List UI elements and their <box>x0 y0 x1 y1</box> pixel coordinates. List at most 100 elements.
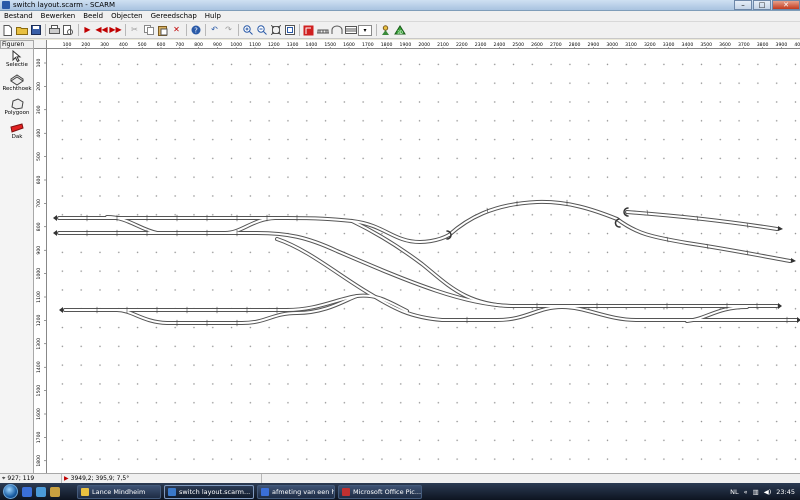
zoom-extents-icon[interactable] <box>269 24 282 37</box>
svg-text:?: ? <box>194 27 198 35</box>
figure-person-icon[interactable] <box>379 24 392 37</box>
tool-dak[interactable]: Dak <box>0 121 34 145</box>
media-icon[interactable] <box>50 486 60 497</box>
tunnel-icon[interactable] <box>330 24 343 37</box>
window-title: switch layout.scarm - SCARM <box>13 1 115 9</box>
view-3d-icon[interactable]: 3D <box>393 24 406 37</box>
ruler-label: 1200 <box>36 314 42 326</box>
scarm-window: switch layout.scarm - SCARM – □ ✕ Bestan… <box>0 0 800 500</box>
taskbar-item-browser[interactable]: afmeting van een h... <box>257 484 335 499</box>
tool-label: Polygoon <box>4 110 30 116</box>
horizontal-ruler: 100 200 300 400 500 600 700 800 900 1000 1100 1200 1… <box>47 40 800 49</box>
window-controls: – □ ✕ <box>733 0 800 11</box>
print-icon[interactable] <box>48 24 61 37</box>
menu-bar: Bestand Bewerken Beeld Objecten Gereedsc… <box>0 11 800 22</box>
menu-objecten[interactable]: Objecten <box>107 12 147 20</box>
menu-hulp[interactable]: Hulp <box>201 12 225 20</box>
status-bar: ⌖ 927; 119 ▶ 3949,2; 395,9; 7,5° <box>0 473 800 483</box>
toolbar-separator <box>45 24 46 36</box>
toolbar-separator <box>186 24 187 36</box>
save-icon[interactable] <box>29 24 42 37</box>
step-forward-icon[interactable]: ▶▶ <box>109 24 122 37</box>
shapes-panel: Selectie Rechthoek Polygoon Dak <box>0 49 34 473</box>
delete-icon[interactable]: ✕ <box>170 24 183 37</box>
ruler-corner <box>34 40 47 49</box>
side-panel-header: Figuren <box>0 40 34 49</box>
ruler-label: 1300 <box>36 338 42 350</box>
office-picture-icon <box>342 487 350 496</box>
cursor-readout: 927; 119 <box>7 475 35 482</box>
rectangle-icon <box>10 74 24 86</box>
menu-gereedschap[interactable]: Gereedschap <box>147 12 201 20</box>
direction-arrow-icon: ▶ <box>64 475 69 482</box>
ie-icon[interactable] <box>36 486 46 497</box>
open-folder-icon[interactable] <box>15 24 28 37</box>
layout-canvas[interactable] <box>47 49 800 473</box>
paste-icon[interactable] <box>156 24 169 37</box>
folder-icon <box>81 487 89 496</box>
menu-beeld[interactable]: Beeld <box>79 12 107 20</box>
browser-icon <box>261 487 269 496</box>
zoom-window-icon[interactable] <box>283 24 296 37</box>
maximize-button[interactable]: □ <box>753 0 771 10</box>
volume-icon[interactable]: ◀) <box>764 488 772 496</box>
cursor-position: ⌖ 927; 119 <box>0 474 62 483</box>
pointer-icon <box>10 50 24 62</box>
cut-icon[interactable]: ✂ <box>128 24 141 37</box>
toolbar: ▶ ◀◀ ▶▶ ✂ ✕ ? ↶ ↷ ▾ 3D <box>0 22 800 39</box>
ruler-label: 200 <box>36 82 42 91</box>
tool-rechthoek[interactable]: Rechthoek <box>0 73 34 97</box>
ruler-label: 1800 <box>36 455 42 467</box>
tray-chevron-icon[interactable]: « <box>744 488 748 496</box>
taskbar-item-office-picture[interactable]: Microsoft Office Pic... <box>338 484 422 499</box>
toolbar-separator <box>376 24 377 36</box>
svg-text:3D: 3D <box>397 30 403 35</box>
menu-bewerken[interactable]: Bewerken <box>37 12 80 20</box>
title-bar: switch layout.scarm - SCARM – □ ✕ <box>0 0 800 11</box>
clock[interactable]: 23:45 <box>776 488 795 496</box>
ruler-label: 800 <box>36 222 42 231</box>
windows-taskbar: Lance Mindheim switch layout.scarm... af… <box>0 483 800 500</box>
new-file-icon[interactable] <box>1 24 14 37</box>
ruler-label: 1000 <box>36 268 42 280</box>
language-indicator[interactable]: NL <box>730 488 738 496</box>
taskbar-item-lance-mindheim[interactable]: Lance Mindheim <box>77 484 161 499</box>
toolbar-separator <box>238 24 239 36</box>
ruler-label: 500 <box>36 152 42 161</box>
network-icon[interactable]: ▥ <box>753 488 759 496</box>
toolbar-separator <box>125 24 126 36</box>
layer-dropdown[interactable]: ▾ <box>358 24 372 36</box>
ruler-label: 100 <box>36 59 42 68</box>
minimize-button[interactable]: – <box>734 0 752 10</box>
ruler-label: 900 <box>36 246 42 255</box>
roof-icon <box>10 122 24 134</box>
start-button[interactable] <box>3 484 18 499</box>
tool-selectie[interactable]: Selectie <box>0 49 34 73</box>
tool-label: Dak <box>11 134 23 140</box>
undo-icon[interactable]: ↶ <box>208 24 221 37</box>
close-button[interactable]: ✕ <box>772 0 800 10</box>
ruler-label: 4000 <box>794 42 800 48</box>
vertical-ruler: 100 200 300 400 500 600 700 800 900 1000 1100 1200 1… <box>34 49 47 473</box>
play-icon[interactable]: ▶ <box>81 24 94 37</box>
taskbar-item-scarm[interactable]: switch layout.scarm... <box>164 484 254 499</box>
menu-bestand[interactable]: Bestand <box>0 12 37 20</box>
cursor-icon: ⌖ <box>2 475 6 482</box>
copy-icon[interactable] <box>142 24 155 37</box>
show-desktop-icon[interactable] <box>22 486 32 497</box>
polygon-icon <box>10 98 24 110</box>
print-preview-icon[interactable] <box>62 24 75 37</box>
step-back-icon[interactable]: ◀◀ <box>95 24 108 37</box>
layers-icon[interactable] <box>344 24 357 37</box>
redo-icon[interactable]: ↷ <box>222 24 235 37</box>
ruler-label: 1500 <box>36 385 42 397</box>
zoom-out-icon[interactable] <box>255 24 268 37</box>
ruler-label: 1100 <box>36 291 42 303</box>
help-icon[interactable]: ? <box>189 24 202 37</box>
bridge-icon[interactable] <box>316 24 329 37</box>
ruler-label: 300 <box>36 105 42 114</box>
track-3d-icon[interactable] <box>302 24 315 37</box>
tool-label: Rechthoek <box>2 86 32 92</box>
tool-polygoon[interactable]: Polygoon <box>0 97 34 121</box>
zoom-in-icon[interactable] <box>241 24 254 37</box>
